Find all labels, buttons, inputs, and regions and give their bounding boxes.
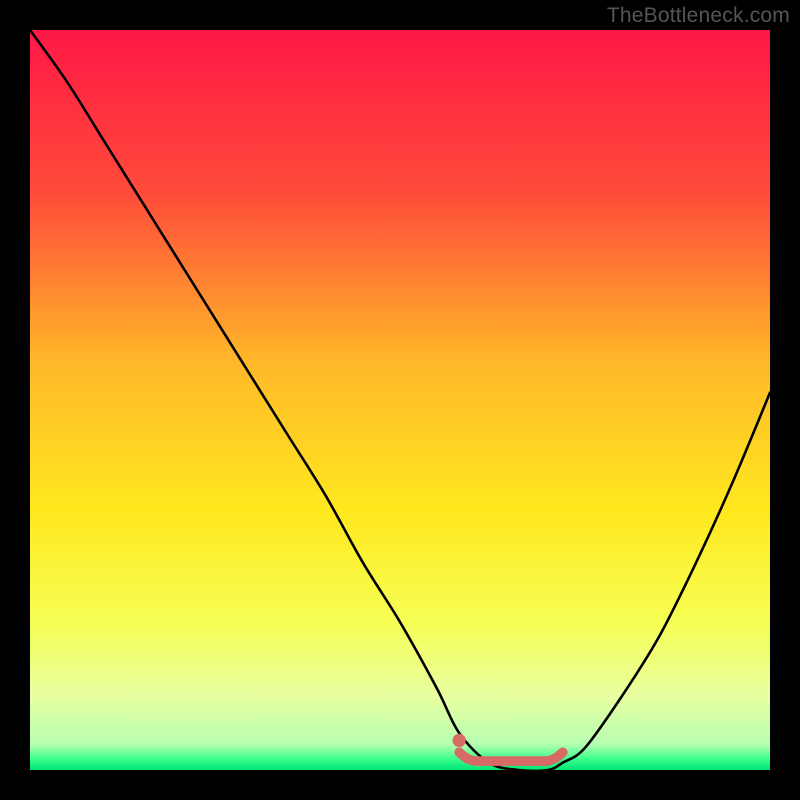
watermark-text: TheBottleneck.com: [607, 4, 790, 28]
bottleneck-curve: [30, 30, 770, 771]
plot-area: [30, 30, 770, 770]
optimal-range-marker: [459, 752, 563, 761]
curve-layer: [30, 30, 770, 770]
chart-frame: TheBottleneck.com: [0, 0, 800, 800]
optimal-point-dot: [453, 734, 466, 747]
